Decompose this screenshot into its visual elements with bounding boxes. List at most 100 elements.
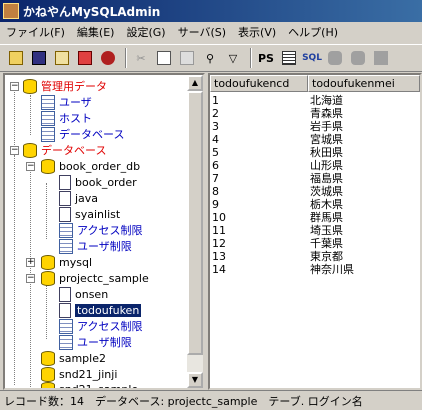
menu-view[interactable]: 表示(V) [232, 24, 282, 40]
refresh-button[interactable] [6, 48, 26, 68]
delete-button[interactable] [75, 48, 95, 68]
cell-todoufukencd[interactable]: 14 [210, 263, 308, 276]
table-row[interactable]: 10 群馬県 [210, 211, 418, 224]
cell-todoufukenmei[interactable]: 千葉県 [308, 237, 418, 250]
scroll-thumb[interactable] [187, 91, 203, 355]
table-row[interactable]: 8 茨城県 [210, 185, 418, 198]
cell-todoufukencd[interactable]: 4 [210, 133, 308, 146]
tree-node-todoufuken[interactable]: todoufuken [59, 302, 142, 318]
cell-todoufukencd[interactable]: 13 [210, 250, 308, 263]
tree-node-onsen[interactable]: onsen [59, 286, 108, 302]
menu-settings[interactable]: 設定(G) [120, 24, 171, 40]
tree-node-databases[interactable]: データベース [23, 142, 106, 158]
cell-todoufukencd[interactable]: 2 [210, 107, 308, 120]
collapse-databases-toggle[interactable]: − [10, 146, 19, 155]
save-button[interactable] [29, 48, 49, 68]
paste-icon [180, 51, 194, 65]
tree-node-user[interactable]: ユーザ [41, 94, 92, 110]
table-row[interactable]: 14 神奈川県 [210, 263, 418, 276]
cell-todoufukencd[interactable]: 12 [210, 237, 308, 250]
tree-node-mysql[interactable]: mysql [41, 254, 92, 270]
tree-node-projectc-sample[interactable]: projectc_sample [41, 270, 149, 286]
cell-todoufukenmei[interactable]: 栃木県 [308, 198, 418, 211]
cell-todoufukenmei[interactable]: 茨城県 [308, 185, 418, 198]
cell-todoufukenmei[interactable]: 山形県 [308, 159, 418, 172]
tree-vertical-scrollbar[interactable]: ▲ ▼ [187, 75, 203, 388]
collapse-admin-toggle[interactable]: − [10, 82, 19, 91]
cell-todoufukenmei[interactable]: 宮城県 [308, 133, 418, 146]
table-row[interactable]: 1 北海道 [210, 94, 418, 107]
table-row[interactable]: 9 栃木県 [210, 198, 418, 211]
cell-todoufukenmei[interactable]: 群馬県 [308, 211, 418, 224]
copy-button[interactable] [154, 48, 174, 68]
tree-node-snd21-jinji[interactable]: snd21_jinji [41, 366, 117, 382]
cell-todoufukenmei[interactable]: 東京都 [308, 250, 418, 263]
cell-todoufukenmei[interactable]: 北海道 [308, 94, 418, 107]
tree-node-database-list[interactable]: データベース [41, 126, 124, 142]
menu-help[interactable]: ヘルプ(H) [282, 24, 344, 40]
table-row[interactable]: 11 埼玉県 [210, 224, 418, 237]
tree-node-java[interactable]: java [59, 190, 98, 206]
tree-node-book-order-db[interactable]: book_order_db [41, 158, 140, 174]
cell-todoufukencd[interactable]: 7 [210, 172, 308, 185]
collapse-projectc-sample-toggle[interactable]: − [26, 274, 35, 283]
tree-node-access-limit-1[interactable]: アクセス制限 [59, 222, 142, 238]
db-button-3[interactable] [371, 48, 391, 68]
filter-button[interactable]: ▽ [223, 48, 243, 68]
cell-todoufukenmei[interactable]: 岩手県 [308, 120, 418, 133]
cell-todoufukencd[interactable]: 6 [210, 159, 308, 172]
cell-todoufukencd[interactable]: 11 [210, 224, 308, 237]
table-row[interactable]: 12 千葉県 [210, 237, 418, 250]
list-button[interactable] [279, 48, 299, 68]
cell-todoufukenmei[interactable]: 埼玉県 [308, 224, 418, 237]
table-row[interactable]: 13 東京都 [210, 250, 418, 263]
cell-todoufukenmei[interactable]: 秋田県 [308, 146, 418, 159]
column-header-todoufukencd[interactable]: todoufukencd [210, 75, 308, 92]
cell-todoufukencd[interactable]: 3 [210, 120, 308, 133]
column-header-todoufukenmei[interactable]: todoufukenmei [308, 75, 420, 92]
process-button[interactable]: PS [256, 48, 276, 68]
open-button[interactable] [52, 48, 72, 68]
data-grid[interactable]: todoufukencd todoufukenmei 1 北海道 2 青森県 3 岩手県 4… [208, 73, 422, 390]
paste-button[interactable] [177, 48, 197, 68]
sql-button[interactable]: SQL [302, 48, 322, 68]
table-row[interactable]: 6 山形県 [210, 159, 418, 172]
cut-button[interactable]: ✂ [131, 48, 151, 68]
find-button[interactable]: ⚲ [200, 48, 220, 68]
scroll-down-button[interactable]: ▼ [187, 372, 203, 388]
tree-node-access-limit-2[interactable]: アクセス制限 [59, 318, 142, 334]
db-button-1[interactable] [325, 48, 345, 68]
cell-todoufukenmei[interactable]: 神奈川県 [308, 263, 418, 276]
scroll-up-button[interactable]: ▲ [187, 75, 203, 91]
table-row[interactable]: 7 福島県 [210, 172, 418, 185]
cell-todoufukencd[interactable]: 8 [210, 185, 308, 198]
menu-edit[interactable]: 編集(E) [71, 24, 121, 40]
tree-node-sample2[interactable]: sample2 [41, 350, 106, 366]
table-row[interactable]: 4 宮城県 [210, 133, 418, 146]
cell-todoufukencd[interactable]: 10 [210, 211, 308, 224]
tree-node-book-order[interactable]: book_order [59, 174, 137, 190]
tree-node-snd21-sample[interactable]: snd21_sample [41, 381, 138, 388]
expand-mysql-toggle[interactable]: + [26, 258, 35, 267]
table-row[interactable]: 5 秋田県 [210, 146, 418, 159]
tree-node-host[interactable]: ホスト [41, 110, 92, 126]
menu-file[interactable]: ファイル(F) [0, 24, 71, 40]
cell-todoufukencd[interactable]: 9 [210, 198, 308, 211]
cell-todoufukencd[interactable]: 5 [210, 146, 308, 159]
connect-button[interactable] [98, 48, 118, 68]
tree-panel[interactable]: − 管理用データ ユーザ ホスト データベース − データベース − book_… [3, 73, 205, 390]
collapse-book-order-db-toggle[interactable]: − [26, 162, 35, 171]
tree-node-user-limit-1[interactable]: ユーザ制限 [59, 238, 132, 254]
cell-todoufukenmei[interactable]: 福島県 [308, 172, 418, 185]
db-button-2[interactable] [348, 48, 368, 68]
tree-node-user-limit-2[interactable]: ユーザ制限 [59, 334, 132, 350]
table-row[interactable]: 3 岩手県 [210, 120, 418, 133]
tree-node-syainlist[interactable]: syainlist [59, 206, 120, 222]
cell-todoufukencd[interactable]: 1 [210, 94, 308, 107]
menu-server[interactable]: サーバ(S) [172, 24, 232, 40]
table-row[interactable]: 2 青森県 [210, 107, 418, 120]
cell-todoufukenmei[interactable]: 青森県 [308, 107, 418, 120]
database-icon [41, 158, 55, 174]
title-bar[interactable]: かねやんMySQLAdmin [0, 0, 422, 22]
tree-node-admin-data[interactable]: 管理用データ [23, 78, 107, 94]
